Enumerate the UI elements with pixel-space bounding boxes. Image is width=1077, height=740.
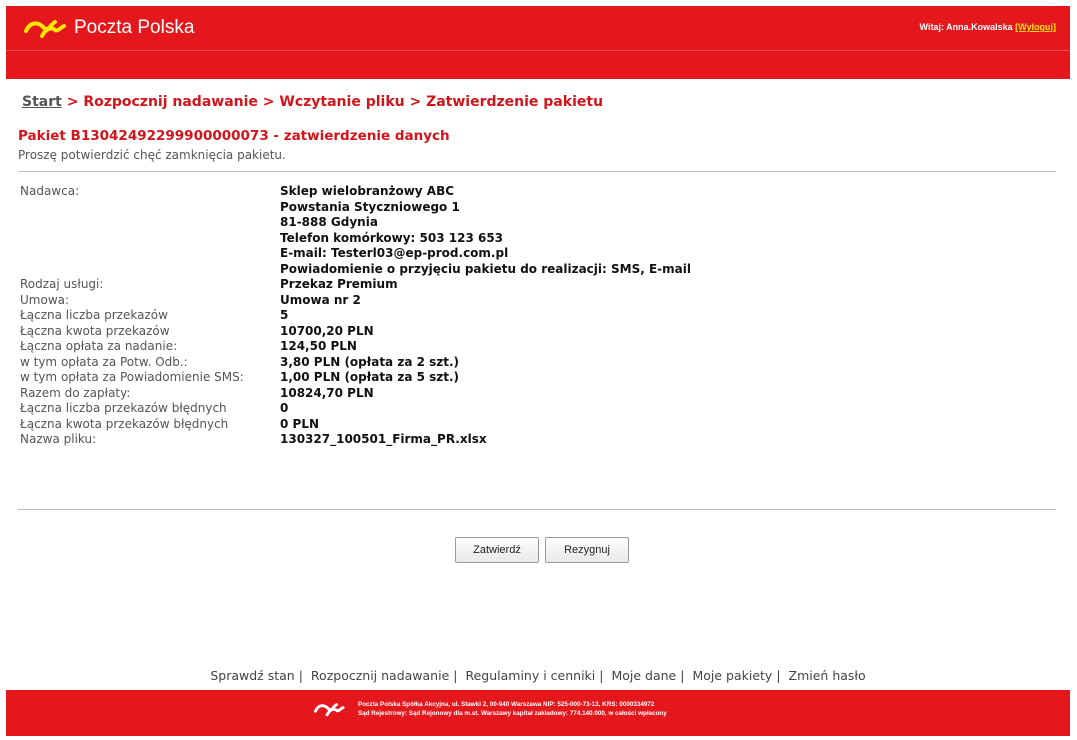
breadcrumb-item-current: Zatwierdzenie pakietu <box>426 94 604 110</box>
poczta-horn-logo-icon <box>24 20 66 38</box>
detail-label: Razem do zapłaty: <box>20 385 131 400</box>
detail-value: 124,50 PLN <box>280 339 357 353</box>
footer-link-check-status[interactable]: Sprawdź stan <box>210 668 294 683</box>
breadcrumb-item: Wczytanie pliku <box>279 94 405 110</box>
detail-label: Łączna opłata za nadanie: <box>20 339 178 353</box>
footer-nav: Sprawdź stan | Rozpocznij nadawanie | Regu… <box>210 668 866 683</box>
footer-company-info: Poczta Polska Spółka Akcyjna, ul. Stawki… <box>358 700 667 718</box>
action-buttons: Zatwierdź Rezygnuj <box>6 537 1070 563</box>
page-title: Pakiet B13042492299900000073 - zatwierdz… <box>18 128 450 144</box>
detail-value: 5 <box>280 308 289 322</box>
welcome-user: Witaj: Anna.Kowalska <box>919 22 1013 32</box>
package-details: Nadawca: Sklep wielobranżowy ABC Powstan… <box>20 184 1040 448</box>
detail-label: Łączna kwota przekazów <box>20 323 170 338</box>
detail-row: Rodzaj usługi: Przekaz Premium <box>20 277 1040 293</box>
detail-row: Nazwa pliku: 130327_100501_Firma_PR.xlsx <box>20 432 1040 448</box>
logout-link[interactable]: [Wyloguj] <box>1015 22 1056 32</box>
detail-value: 0 PLN <box>280 416 320 431</box>
detail-label: Umowa: <box>20 292 70 307</box>
detail-row: Łączna kwota przekazów 10700,20 PLN <box>20 324 1040 340</box>
detail-row: Łączna liczba przekazów 5 <box>20 308 1040 324</box>
footer-link-my-packages[interactable]: Moje pakiety <box>692 668 772 683</box>
cancel-button[interactable]: Rezygnuj <box>545 537 629 563</box>
sender-line: Telefon komórkowy: 503 123 653 <box>280 230 504 245</box>
header-subbar <box>6 50 1070 79</box>
sender-line: Powstania Styczniowego 1 <box>280 199 460 214</box>
detail-row: Łączna liczba przekazów błędnych 0 <box>20 401 1040 417</box>
detail-label: Rodzaj usługi: <box>20 277 104 291</box>
footer-link-regulations[interactable]: Regulaminy i cenniki <box>465 668 595 683</box>
detail-label: Nazwa pliku: <box>20 432 97 446</box>
page-frame: Poczta Polska Witaj: Anna.Kowalska [Wylo… <box>6 6 1070 736</box>
confirm-message: Proszę potwierdzić chęć zamknięcia pakie… <box>18 148 286 162</box>
detail-row: Łączna opłata za nadanie: 124,50 PLN <box>20 339 1040 355</box>
divider <box>18 509 1056 510</box>
detail-row-sender: Nadawca: Sklep wielobranżowy ABC Powstan… <box>20 184 1040 277</box>
footer-content: Poczta Polska Spółka Akcyjna, ul. Stawki… <box>314 700 667 718</box>
breadcrumb: Start > Rozpocznij nadawanie > Wczytanie… <box>22 94 603 110</box>
footer-line: Poczta Polska Spółka Akcyjna, ul. Stawki… <box>358 701 655 708</box>
detail-row: w tym opłata za Powiadomienie SMS: 1,00 … <box>20 370 1040 386</box>
sender-line: E-mail: Testerl03@ep-prod.com.pl <box>280 246 509 260</box>
detail-label: w tym opłata za Powiadomienie SMS: <box>20 370 244 384</box>
detail-label: w tym opłata za Potw. Odb.: <box>20 354 188 369</box>
sender-address: Sklep wielobranżowy ABC Powstania Styczn… <box>280 184 691 277</box>
footer-link-change-password[interactable]: Zmień hasło <box>789 668 866 683</box>
detail-label: Łączna liczba przekazów błędnych <box>20 401 227 415</box>
divider <box>18 171 1056 172</box>
detail-label: Nadawca: <box>20 184 80 198</box>
footer-line: Sąd Rejestrowy: Sąd Rejonowy dla m.st. W… <box>358 710 667 717</box>
detail-label: Łączna kwota przekazów błędnych <box>20 416 229 431</box>
detail-value: 10824,70 PLN <box>280 385 374 400</box>
detail-value: 1,00 PLN (opłata za 5 szt.) <box>280 370 460 384</box>
sender-line: Powiadomienie o przyjęciu pakietu do rea… <box>280 261 691 276</box>
footer-link-start-sending[interactable]: Rozpocznij nadawanie <box>311 668 449 683</box>
breadcrumb-separator: > <box>262 94 275 110</box>
footer-bar: Poczta Polska Spółka Akcyjna, ul. Stawki… <box>6 690 1070 736</box>
breadcrumb-start[interactable]: Start <box>22 94 62 110</box>
welcome-text: Witaj: Anna.Kowalska [Wyloguj] <box>920 22 1056 32</box>
sender-line: 81-888 Gdynia <box>280 215 378 229</box>
detail-row: Umowa: Umowa nr 2 <box>20 293 1040 309</box>
brand-name: Poczta Polska <box>74 17 195 38</box>
breadcrumb-item: Rozpocznij nadawanie <box>83 94 258 110</box>
header-bar: Poczta Polska Witaj: Anna.Kowalska [Wylo… <box>6 6 1070 50</box>
breadcrumb-separator: > <box>66 94 79 110</box>
logo[interactable]: Poczta Polska <box>24 14 194 42</box>
file-name-value: 130327_100501_Firma_PR.xlsx <box>280 432 487 446</box>
confirm-button[interactable]: Zatwierdź <box>455 537 539 563</box>
detail-value: Umowa nr 2 <box>280 292 361 307</box>
detail-row: w tym opłata za Potw. Odb.: 3,80 PLN (op… <box>20 355 1040 371</box>
detail-row: Razem do zapłaty: 10824,70 PLN <box>20 386 1040 402</box>
detail-value: Przekaz Premium <box>280 277 398 291</box>
breadcrumb-separator: > <box>409 94 422 110</box>
detail-label: Łączna liczba przekazów <box>20 308 168 322</box>
poczta-horn-logo-icon <box>314 703 345 717</box>
detail-value: 3,80 PLN (opłata za 2 szt.) <box>280 354 460 369</box>
detail-row: Łączna kwota przekazów błędnych 0 PLN <box>20 417 1040 433</box>
sender-line: Sklep wielobranżowy ABC <box>280 184 455 198</box>
detail-value: 10700,20 PLN <box>280 323 374 338</box>
detail-value: 0 <box>280 401 289 415</box>
footer-link-my-data[interactable]: Moje dane <box>611 668 676 683</box>
